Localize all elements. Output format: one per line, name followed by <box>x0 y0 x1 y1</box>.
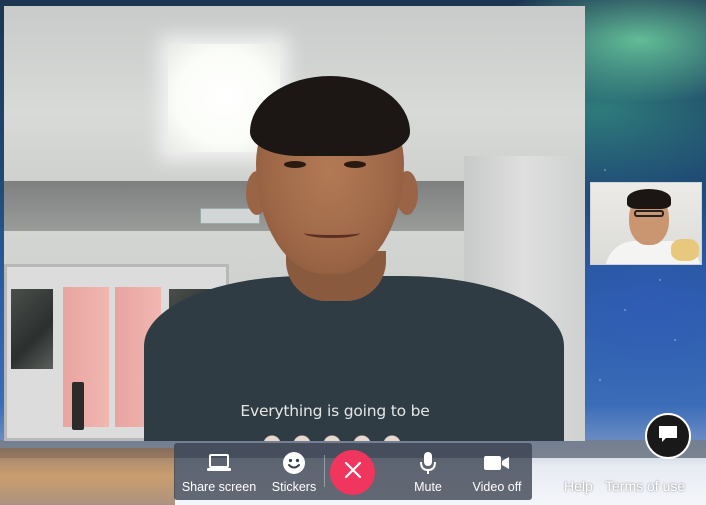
self-view-glasses <box>634 210 664 217</box>
remote-video-feed: Everything is going to be <box>4 6 585 441</box>
chat-button[interactable] <box>645 413 691 459</box>
mute-label: Mute <box>414 480 442 494</box>
remote-person-eye <box>344 161 366 168</box>
video-off-label: Video off <box>472 480 522 494</box>
laptop-icon <box>207 450 231 476</box>
stickers-button[interactable]: Stickers <box>268 443 320 500</box>
self-view-hand <box>671 239 699 261</box>
microphone-icon <box>420 450 436 476</box>
share-screen-button[interactable]: Share screen <box>178 443 260 500</box>
controls-divider <box>324 455 325 487</box>
help-link[interactable]: Help <box>564 478 593 494</box>
remote-person-eye <box>284 161 306 168</box>
self-view-hair <box>627 189 671 209</box>
remote-person-mouth <box>304 228 360 238</box>
close-icon <box>344 461 362 484</box>
smiley-icon <box>282 450 306 476</box>
end-call-button[interactable] <box>330 450 375 495</box>
stickers-label: Stickers <box>271 480 317 494</box>
share-screen-label: Share screen <box>181 480 257 494</box>
self-view-thumbnail[interactable] <box>590 182 702 265</box>
mute-button[interactable]: Mute <box>406 443 450 500</box>
door-panel <box>63 287 109 427</box>
door-handle <box>72 382 84 430</box>
video-off-button[interactable]: Video off <box>466 443 528 500</box>
shirt-text: Everything is going to be <box>240 402 430 420</box>
video-camera-icon <box>484 450 510 476</box>
terms-of-use-link[interactable]: Terms of use <box>605 478 685 494</box>
background-ground <box>0 448 175 505</box>
door-glass <box>11 289 53 369</box>
chat-bubble-icon <box>658 425 678 448</box>
shirt-logo <box>262 432 412 441</box>
